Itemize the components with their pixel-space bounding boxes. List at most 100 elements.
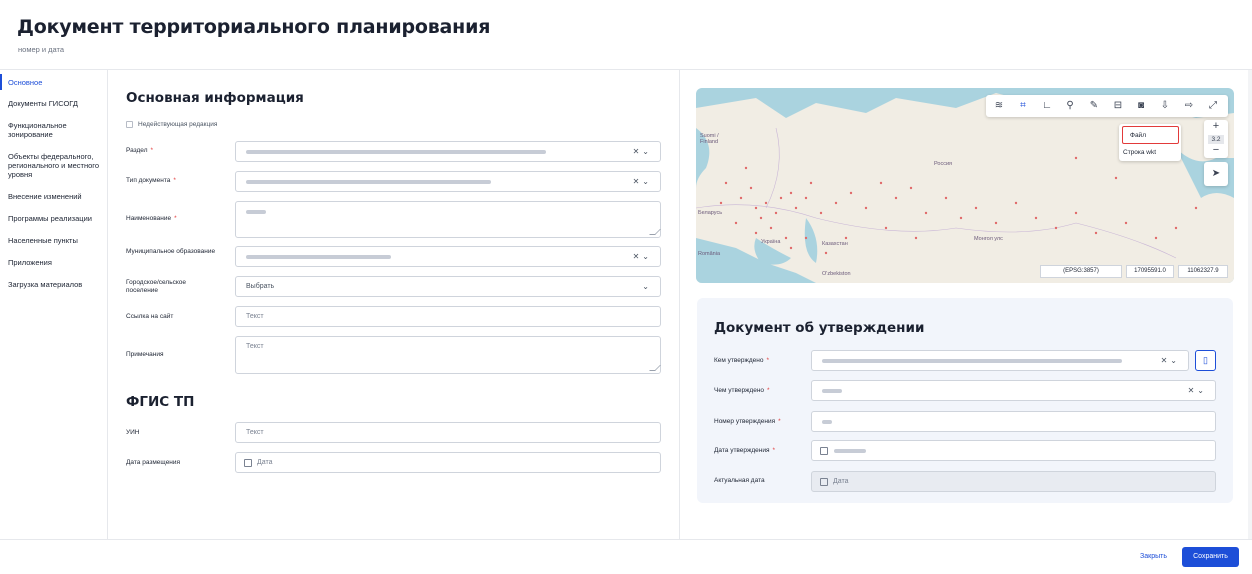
page-subtitle: номер и дата [18,45,65,54]
section-title-fgis: ФГИС ТП [126,394,195,410]
save-button[interactable]: Сохранить [1182,547,1239,567]
zoom-in-button[interactable]: + [1204,120,1228,132]
uin-label: УИН [126,429,140,436]
site-link-label: Ссылка на сайт [126,313,174,320]
invalid-edition-checkbox[interactable] [126,121,133,128]
search-icon[interactable]: ⚲ [1063,99,1077,113]
dropdown-item-wkt[interactable]: Строка wkt [1123,149,1156,156]
locate-arrow-icon[interactable]: ➤ [1204,162,1228,186]
sidebar-item-upload[interactable]: Загрузка материалов [8,280,104,289]
sidebar-item-programs[interactable]: Программы реализации [8,214,104,223]
approval-number-input[interactable] [811,411,1216,432]
notes-textarea[interactable]: Текст [235,336,661,374]
layers-icon[interactable]: ≋ [992,99,1006,113]
chevron-down-icon[interactable]: ⌄ [642,282,652,291]
municipality-select[interactable]: ✕⌄ [235,246,661,267]
page-header: Документ территориального планирования н… [0,0,1252,70]
map-label-belarus: Беларусь [698,210,723,216]
delete-icon[interactable]: ⊟ [1111,99,1125,113]
redacted-value [834,449,866,453]
settlement-select[interactable]: Выбрать ⌄ [235,276,661,297]
zoom-out-button[interactable]: − [1204,144,1228,156]
approved-by-select[interactable]: ✕⌄ [811,350,1189,371]
map-label-uzbekistan: O'zbekiston [822,271,851,277]
section-title-main-info: Основная информация [126,90,304,106]
approval-date-input[interactable] [811,440,1216,461]
sidebar-item-zoning[interactable]: Функциональное зонирование [8,121,104,139]
redacted-value [246,150,546,154]
document-icon[interactable]: ▯ [1195,350,1216,371]
section-title-approval: Документ об утверждении [714,320,925,336]
doc-type-label: Тип документа * [126,177,176,184]
settlement-value: Выбрать [246,283,275,290]
fullscreen-icon[interactable]: ⤢ [1206,99,1220,113]
sidebar-item-changes[interactable]: Внесение изменений [8,192,104,201]
sidebar-item-objects[interactable]: Объекты федерального, регионального и ме… [8,152,104,179]
map-toolbar: ≋ ⌗ ∟ ⚲ ✎ ⊟ ◙ ⇩ ⇨ ⤢ [986,95,1228,117]
publish-date-input[interactable]: Дата [235,452,661,473]
map-basemap [696,93,1234,283]
redacted-value [822,359,1122,363]
approved-with-select[interactable]: ✕⌄ [811,380,1216,401]
edit-pencil-icon[interactable]: ✎ [1087,99,1101,113]
measure-icon[interactable]: ∟ [1040,99,1054,113]
municipality-label: Муниципальное образование [126,248,216,255]
map-label-finland: Suomi / Finland [700,133,719,145]
page-title: Документ территориального планирования [17,16,491,38]
sidebar-item-settlements[interactable]: Населенные пункты [8,236,104,245]
resize-handle-icon[interactable] [649,229,661,235]
approved-with-label: Чем утверждено * [714,387,770,394]
uin-input[interactable]: Текст [235,422,661,443]
redacted-value [822,420,832,424]
scrollbar-track[interactable] [1248,70,1252,540]
sidebar-nav: Основное Документы ГИСОГД Функциональное… [0,70,108,540]
map-view[interactable]: Suomi / Finland Россия Беларусь Україна … [696,88,1234,283]
coord-y-readout: 11062327.9 [1178,265,1228,278]
map-label-ukraine: Україна [761,239,781,245]
zoom-control: + 3.2 − [1204,120,1228,158]
map-label-mongolia: Монгол улс [974,236,1003,242]
invalid-edition-label: Недействующая редакция [138,121,218,128]
active-indicator [0,74,2,90]
sidebar-item-attachments[interactable]: Приложения [8,258,104,267]
notes-placeholder: Текст [246,343,264,350]
clear-chevron-icon[interactable]: ✕⌄ [1188,386,1207,395]
map-label-russia: Россия [934,161,953,167]
redacted-value [246,255,391,259]
map-label-romania: România [698,251,721,257]
section-select[interactable]: ✕⌄ [235,141,661,162]
map-label-kazakhstan: Казахстан [822,241,848,247]
approved-by-label: Кем утверждено * [714,357,770,364]
clear-chevron-icon[interactable]: ✕⌄ [633,177,652,186]
calendar-icon [820,478,828,486]
notes-label: Примечания [126,351,164,358]
settlement-label: Городское/сельское поселение [126,279,187,294]
clear-chevron-icon[interactable]: ✕⌄ [1161,356,1180,365]
actual-date-placeholder: Дата [833,478,849,485]
zoom-level: 3.2 [1208,135,1224,144]
dropdown-item-file[interactable]: Файл [1130,132,1146,139]
calendar-icon [244,459,252,467]
redacted-value [246,180,491,184]
import-icon[interactable]: ⇩ [1158,99,1172,113]
clear-chevron-icon[interactable]: ✕⌄ [633,252,652,261]
redacted-value [822,389,842,393]
approval-number-label: Номер утверждения * [714,418,781,425]
clear-chevron-icon[interactable]: ✕⌄ [633,147,652,156]
calendar-icon [820,447,828,455]
close-button[interactable]: Закрыть [1131,547,1176,567]
name-textarea[interactable] [235,201,661,238]
resize-handle-icon[interactable] [649,365,661,371]
camera-icon[interactable]: ◙ [1134,99,1148,113]
redacted-value [246,210,266,214]
export-icon[interactable]: ⇨ [1182,99,1196,113]
actual-date-input: Дата [811,471,1216,492]
polygon-draw-icon[interactable]: ⌗ [1016,99,1030,113]
sidebar-item-main[interactable]: Основное [8,78,104,87]
sidebar-item-gisogd-docs[interactable]: Документы ГИСОГД [8,99,104,108]
publish-date-label: Дата размещения [126,459,181,466]
site-link-input[interactable]: Текст [235,306,661,327]
doc-type-select[interactable]: ✕⌄ [235,171,661,192]
section-label: Раздел * [126,147,154,154]
actual-date-label: Актуальная дата [714,477,765,484]
